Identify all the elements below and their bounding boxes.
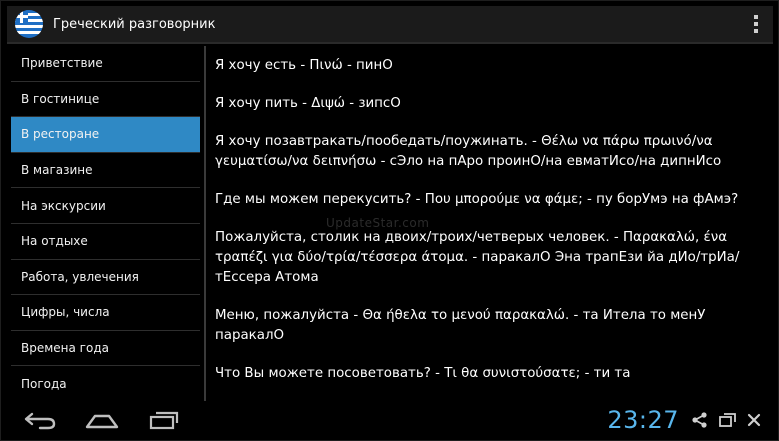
- sidebar-item-vacation[interactable]: На отдыхе: [11, 224, 200, 260]
- sidebar-item-label: В магазине: [21, 163, 93, 178]
- sidebar-item-restaurant[interactable]: В ресторане: [11, 117, 200, 153]
- recents-icon[interactable]: [141, 405, 187, 435]
- close-icon[interactable]: [741, 407, 767, 433]
- sidebar-item-greeting[interactable]: Приветствие: [11, 46, 200, 82]
- sidebar-item-weather[interactable]: Погода: [11, 366, 200, 401]
- sidebar-item-label: На экскурсии: [21, 198, 106, 213]
- sidebar-item-numbers[interactable]: Цифры, числа: [11, 295, 200, 331]
- sidebar-item-shop[interactable]: В магазине: [11, 153, 200, 189]
- sidebar-item-hotel[interactable]: В гостинице: [11, 82, 200, 118]
- watermark: UpdateStar.com: [326, 216, 430, 230]
- sidebar-item-label: Погода: [21, 376, 67, 391]
- phrase-item: Я хочу позавтракать/пообедать/поужинать.…: [215, 134, 722, 169]
- sidebar-item-excursion[interactable]: На экскурсии: [11, 188, 200, 224]
- clock: 23:27: [607, 406, 679, 434]
- home-icon[interactable]: [79, 405, 125, 435]
- action-bar: Греческий разговорник: [7, 6, 773, 44]
- app-title: Греческий разговорник: [53, 16, 216, 32]
- window-icon[interactable]: [715, 407, 741, 433]
- sidebar-item-label: На отдыхе: [21, 234, 88, 249]
- back-icon[interactable]: [17, 405, 63, 435]
- phrase-item: Я хочу есть - Πινώ - пинО: [215, 58, 393, 73]
- sidebar-item-label: В ресторане: [21, 127, 100, 142]
- sidebar-item-label: Цифры, числа: [21, 305, 110, 320]
- overflow-menu-icon[interactable]: [753, 15, 759, 33]
- app-window: Греческий разговорник Приветствие В гост…: [0, 0, 779, 441]
- phrase-list[interactable]: Я хочу есть - Πινώ - пинО Я хочу пить - …: [215, 56, 771, 401]
- phrase-item: Я хочу пить - Διψώ - зипсО: [215, 96, 401, 111]
- phrase-item: Что Вы можете посоветовать? - Τι θα συνι…: [215, 366, 631, 381]
- phrase-item: Пожалуйста, столик на двоих/троих/четвер…: [215, 230, 740, 285]
- sidebar-item-label: Работа, увлечения: [21, 269, 139, 284]
- phrase-item: Меню, пожалуйста - Θα ήθελα το μενού παρ…: [215, 308, 706, 343]
- sidebar-item-label: Приветствие: [21, 56, 103, 71]
- category-list: Приветствие В гостинице В ресторане В ма…: [7, 46, 206, 401]
- greek-flag-icon[interactable]: [15, 10, 43, 38]
- sidebar-item-label: В гостинице: [21, 91, 100, 106]
- system-nav-bar: 23:27: [7, 403, 773, 437]
- sidebar-item-seasons[interactable]: Времена года: [11, 331, 200, 367]
- share-icon[interactable]: [687, 407, 713, 433]
- sidebar-item-label: Времена года: [21, 341, 109, 356]
- phrase-item: Где мы можем перекусить? - Που μπορούμε …: [215, 192, 739, 207]
- sidebar-item-work-hobbies[interactable]: Работа, увлечения: [11, 260, 200, 296]
